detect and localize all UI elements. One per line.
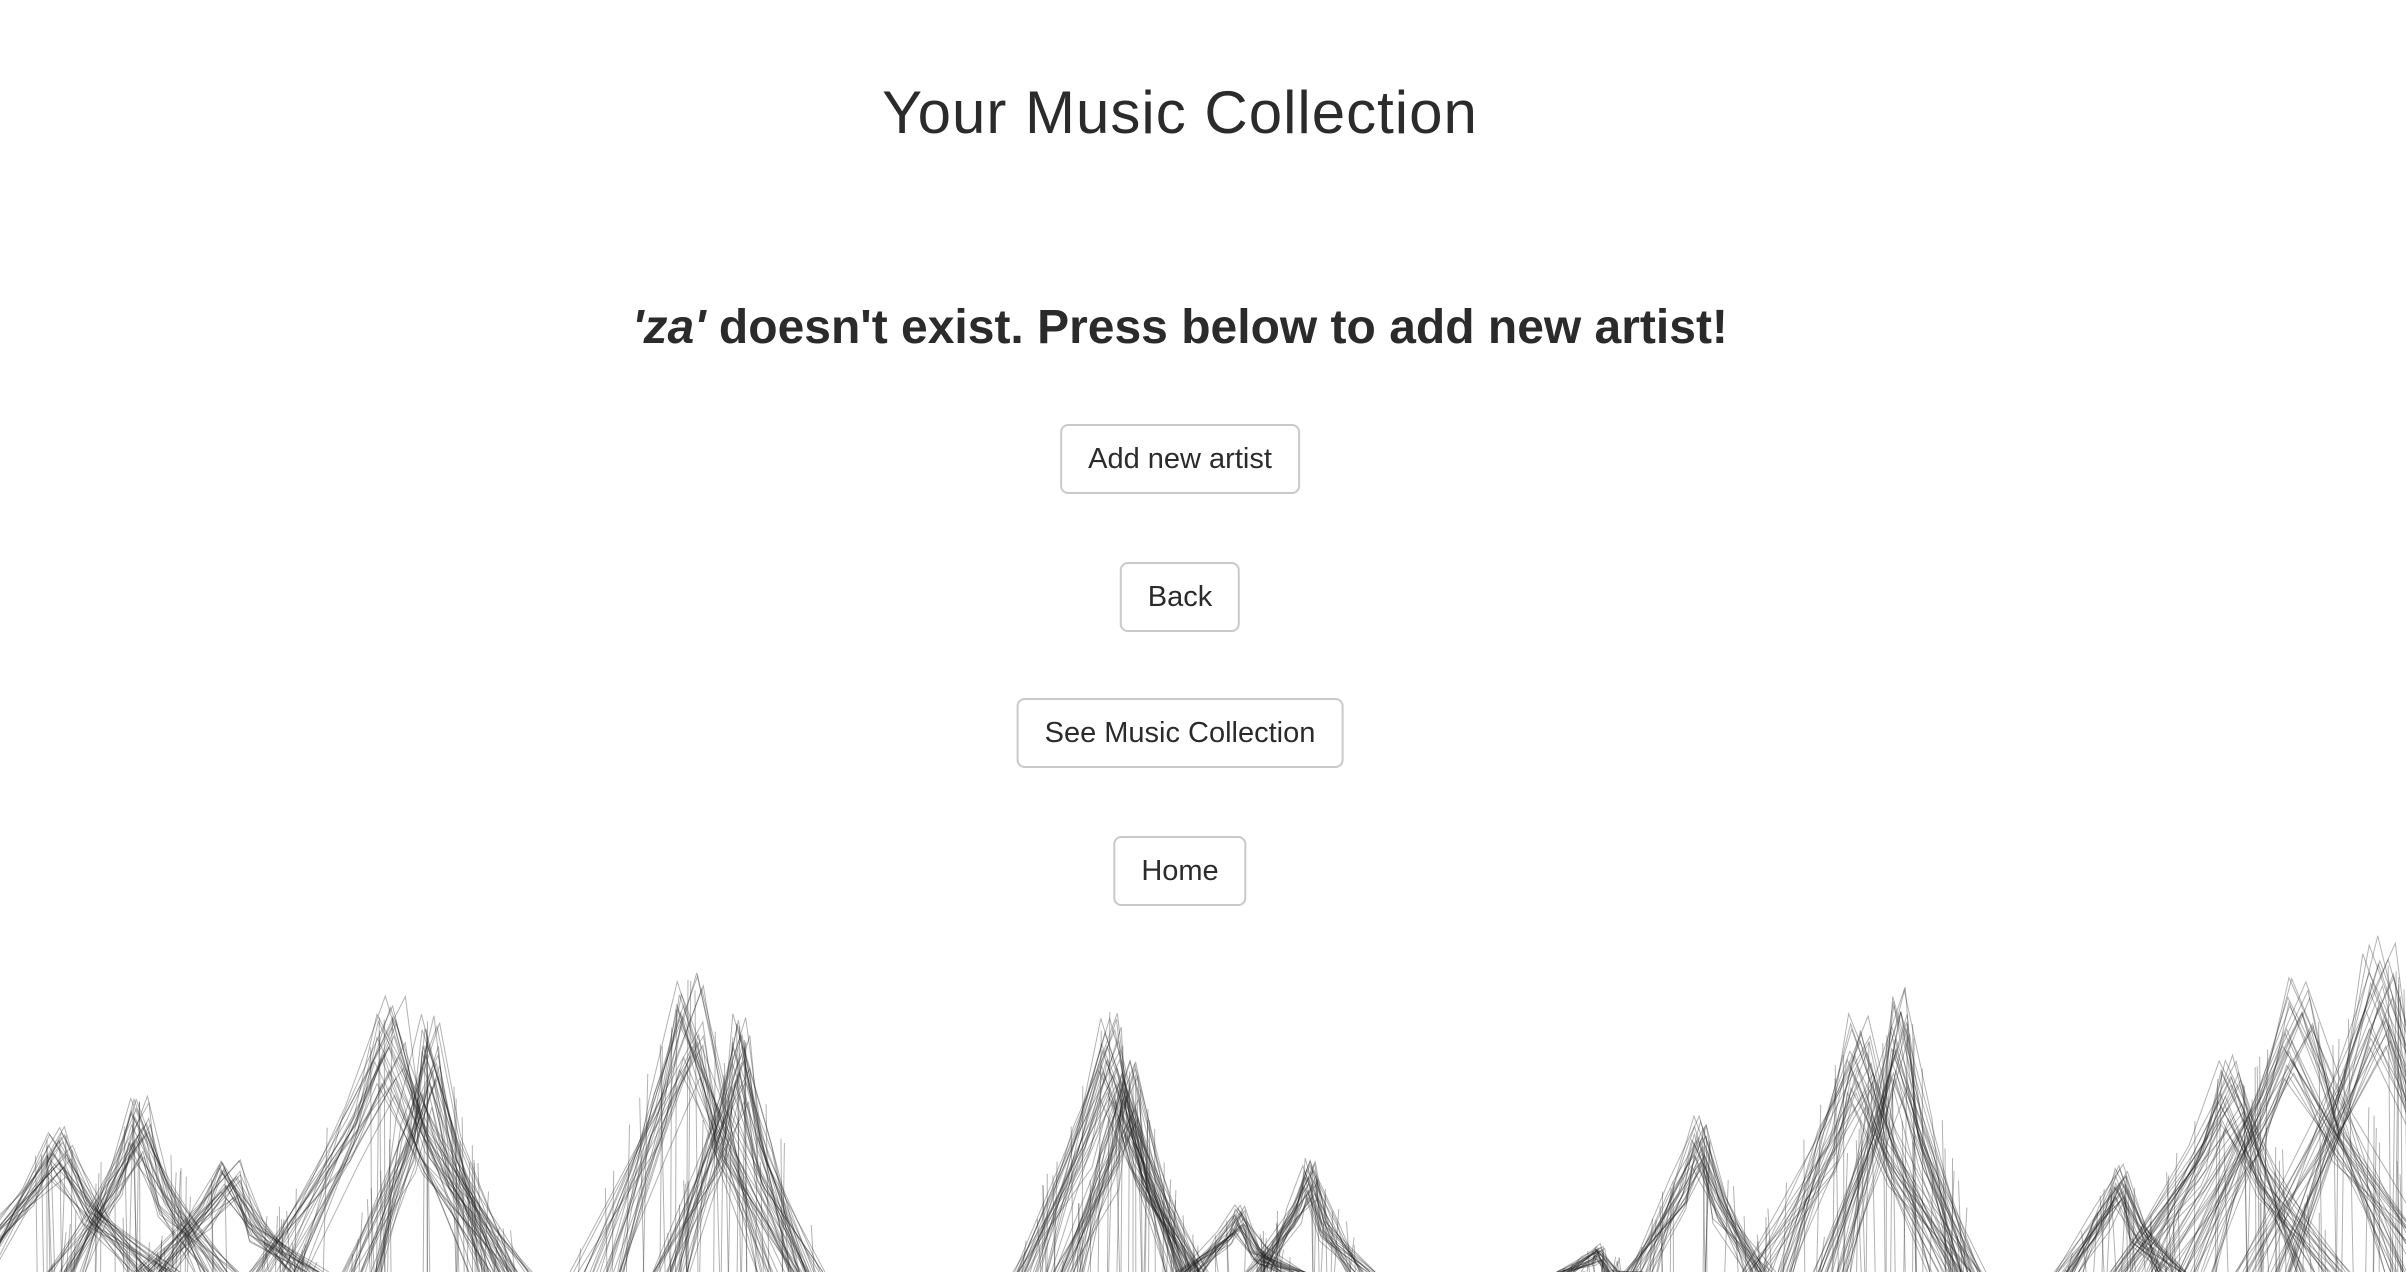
mountain-line [1023,1069,1182,1272]
not-found-text: doesn't exist. Press below to add new ar… [705,301,1728,354]
mountain-hatch [1601,1263,1603,1272]
page-title: Your Music Collection [882,79,1478,146]
mountain-hatch [1154,1128,1156,1272]
mountain-hatch [1885,1035,1888,1272]
mountain-hatch [224,1168,228,1272]
mountain-hatch [1276,1210,1278,1272]
mountain-hatch [780,1138,783,1272]
mountain-hatch [1842,1055,1845,1272]
mountain-line [1849,987,1950,1272]
mountain-wireframe-illustration [0,935,2406,1272]
add-new-artist-button[interactable]: Add new artist [1060,424,1300,494]
mountain-hatch [1669,1187,1672,1272]
mountain-hatch [94,1183,97,1272]
page: Your Music Collection 'za' doesn't exist… [0,0,2406,1272]
mountain-hatch [678,1204,681,1272]
home-button[interactable]: Home [1113,836,1247,906]
not-found-message: 'za' doesn't exist. Press below to add n… [0,300,2360,355]
mountain-hatch [278,1206,281,1272]
search-term: 'za' [632,301,706,354]
mountain-hatch [1586,1265,1589,1272]
mountain-line [2237,941,2406,1272]
mountain-hatch [1061,1260,1064,1272]
mountain-hatch [1263,1251,1265,1272]
see-music-collection-button[interactable]: See Music Collection [1016,698,1344,768]
peaks [0,935,2406,1272]
mountain-hatch [1803,1139,1806,1272]
mountain-line [374,1080,512,1272]
back-button[interactable]: Back [1119,562,1241,632]
mountain-hatch [2259,1202,2262,1272]
mountain-hatch [1289,1257,1291,1272]
mountain-hatch [1162,1162,1165,1272]
mountain-hatch [51,1264,54,1272]
mountain-hatch [1353,1244,1356,1272]
mountain-hatch [1921,1068,1924,1272]
